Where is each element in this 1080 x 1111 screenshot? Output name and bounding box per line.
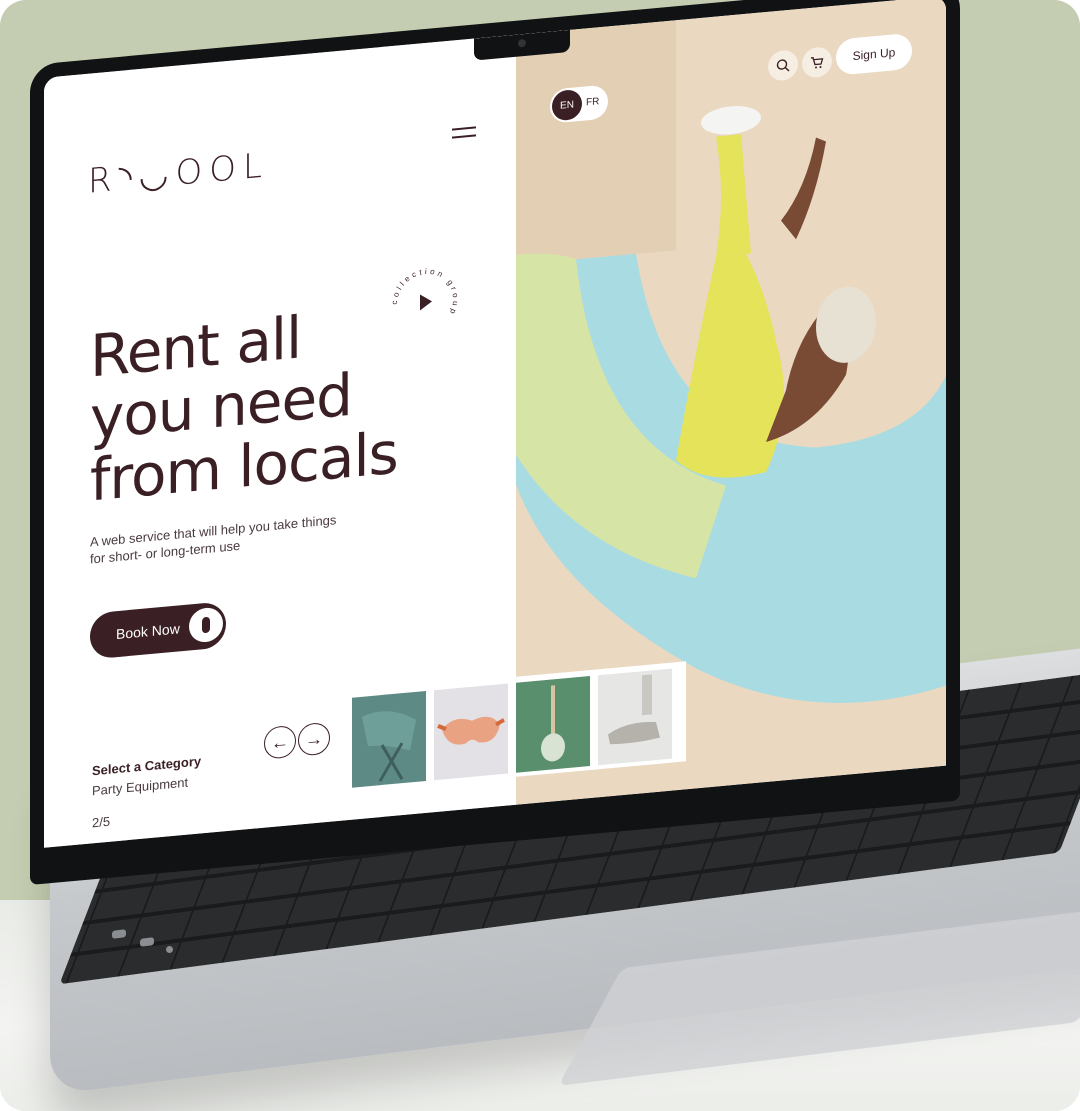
category-thumb-vacuum[interactable]: [598, 668, 672, 766]
category-thumb-guitar[interactable]: [516, 676, 590, 773]
mockup-background: R◝◡OOL collection group Rent all you nee…: [0, 0, 1080, 1111]
category-pagination: 2/5: [92, 813, 111, 831]
laptop-lid: R◝◡OOL collection group Rent all you nee…: [30, 0, 960, 886]
page-title: Rent all you need from locals: [90, 289, 490, 514]
search-icon: [776, 59, 790, 72]
arrow-right-icon: →: [305, 727, 323, 750]
category-thumb-chair[interactable]: [352, 690, 426, 788]
goggles-image: [437, 716, 505, 745]
category-thumb-goggles[interactable]: [434, 683, 508, 781]
brand-logo[interactable]: R◝◡OOL: [88, 145, 269, 201]
menu-icon[interactable]: [452, 126, 476, 140]
chair-image: [362, 711, 416, 782]
next-category-button[interactable]: →: [298, 721, 330, 757]
guitar-image: [541, 685, 565, 762]
vacuum-image: [608, 674, 660, 745]
cart-icon: [811, 57, 824, 69]
arrow-left-icon: ←: [271, 730, 289, 753]
lang-fr-option[interactable]: FR: [586, 96, 599, 108]
headphone-port: [166, 946, 173, 953]
prev-category-button[interactable]: ←: [264, 724, 296, 760]
book-now-button[interactable]: Book Now: [90, 601, 226, 660]
hero-subtext: A web service that will help you take th…: [90, 512, 337, 567]
camera-icon: [518, 38, 526, 48]
laptop-screen: R◝◡OOL collection group Rent all you nee…: [44, 0, 946, 848]
category-value[interactable]: Party Equipment: [92, 775, 188, 799]
toggle-knob-icon: [189, 606, 223, 644]
book-now-label: Book Now: [116, 620, 180, 643]
lang-en-option[interactable]: EN: [552, 88, 582, 122]
